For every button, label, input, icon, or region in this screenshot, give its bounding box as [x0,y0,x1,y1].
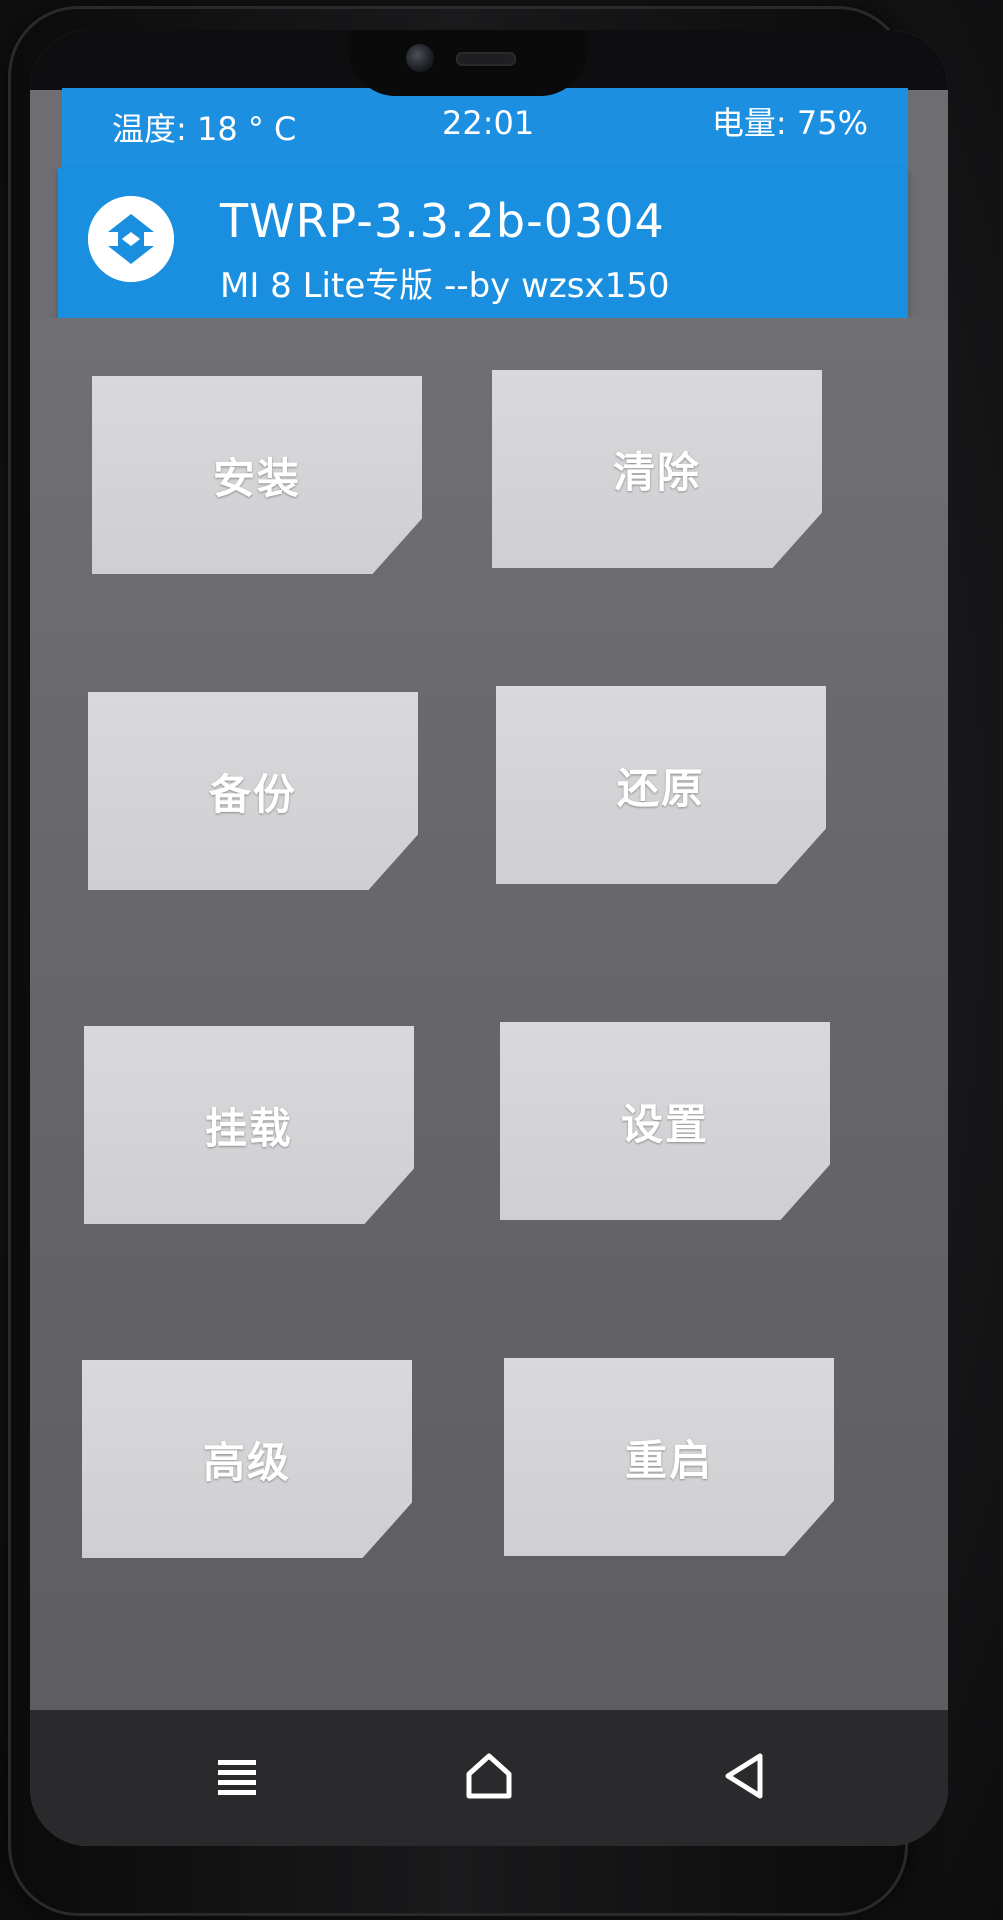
mount-button[interactable]: 挂载 [84,1026,414,1224]
app-subtitle: MI 8 Lite专版 --by wzsx150 [220,266,670,306]
earpiece-speaker [456,52,516,66]
camera-icon [406,44,434,72]
status-bar: 温度: 18 ° C 22:01 电量: 75% [62,88,908,168]
wipe-button[interactable]: 清除 [492,370,822,568]
reboot-label: 重启 [624,1435,713,1485]
wipe-label: 清除 [612,447,701,497]
install-label: 安装 [212,453,301,503]
backup-button[interactable]: 备份 [88,692,418,890]
twrp-logo-icon [88,196,174,282]
install-button[interactable]: 安装 [92,376,422,574]
restore-label: 还原 [616,763,705,813]
device-screen: 温度: 18 ° C 22:01 电量: 75% TWRP-3.3.2b-030… [30,30,948,1846]
battery-readout: 电量: 75% [711,104,868,142]
settings-button[interactable]: 设置 [500,1022,830,1220]
mount-label: 挂载 [204,1103,293,1153]
app-header: TWRP-3.3.2b-0304 MI 8 Lite专版 --by wzsx15… [58,168,908,318]
restore-button[interactable]: 还原 [496,686,826,884]
twrp-logo-graphic [88,196,174,282]
notch [348,30,588,96]
photo-backdrop: 温度: 18 ° C 22:01 电量: 75% TWRP-3.3.2b-030… [0,0,1003,1920]
temperature-readout: 温度: 18 ° C [112,110,297,148]
phone-body: 温度: 18 ° C 22:01 电量: 75% TWRP-3.3.2b-030… [8,6,948,1916]
reboot-button[interactable]: 重启 [504,1358,834,1556]
advanced-button[interactable]: 高级 [82,1360,412,1558]
main-menu: 安装 清除 备份 还原 挂载 设置 高级 重启 [30,318,948,1710]
app-title: TWRP-3.3.2b-0304 [220,194,665,248]
menu-icon[interactable] [202,1746,272,1806]
settings-label: 设置 [620,1099,709,1149]
navigation-bar [30,1710,948,1846]
back-icon[interactable] [710,1746,780,1806]
backup-label: 备份 [208,769,297,819]
home-icon[interactable] [454,1746,524,1806]
clock: 22:01 [442,104,535,142]
advanced-label: 高级 [202,1437,291,1487]
